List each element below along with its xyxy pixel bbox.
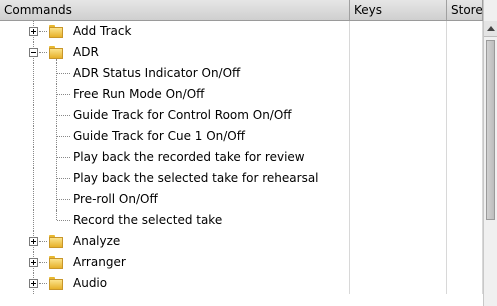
folder-icon — [49, 25, 63, 38]
vertical-scrollbar[interactable] — [483, 0, 497, 306]
tree-row-folder-audio[interactable]: Audio — [0, 273, 483, 294]
folder-label: Analyze — [73, 234, 121, 248]
collapse-minus-icon[interactable] — [29, 48, 38, 57]
expand-plus-icon[interactable] — [29, 237, 38, 246]
column-header-commands[interactable]: Commands — [0, 0, 350, 20]
tree-row-folder-analyze[interactable]: Analyze — [0, 231, 483, 252]
folder-icon — [49, 277, 63, 290]
tree-row-command[interactable]: Guide Track for Cue 1 On/Off — [0, 126, 483, 147]
folder-icon — [49, 235, 63, 248]
command-label: Free Run Mode On/Off — [73, 87, 205, 101]
folder-label: Arranger — [73, 255, 126, 269]
expand-plus-icon[interactable] — [29, 27, 38, 36]
folder-label: Audio — [73, 276, 108, 290]
command-label: ADR Status Indicator On/Off — [73, 66, 241, 80]
command-label: Guide Track for Control Room On/Off — [73, 108, 292, 122]
scroll-up-arrow-icon[interactable] — [484, 21, 497, 37]
tree-row-folder-add-track[interactable]: Add Track — [0, 21, 483, 42]
folder-label: ADR — [73, 45, 99, 59]
command-label: Guide Track for Cue 1 On/Off — [73, 129, 246, 143]
tree-row-folder-adr[interactable]: ADR — [0, 42, 483, 63]
column-header-keys[interactable]: Keys — [350, 0, 447, 20]
scrollbar-thumb[interactable] — [486, 40, 495, 220]
tree-row-command[interactable]: Play back the recorded take for review — [0, 147, 483, 168]
commands-tree: Add Track ADR ADR Status Indicator On/Of… — [0, 21, 483, 306]
command-label: Play back the selected take for rehearsa… — [73, 171, 319, 185]
tree-row-command[interactable]: ADR Status Indicator On/Off — [0, 63, 483, 84]
tree-row-command[interactable]: Pre-roll On/Off — [0, 189, 483, 210]
folder-icon — [49, 256, 63, 269]
folder-label: Add Track — [73, 24, 132, 38]
column-header-store[interactable]: Store — [447, 0, 483, 20]
tree-row-folder-arranger[interactable]: Arranger — [0, 252, 483, 273]
expand-plus-icon[interactable] — [29, 258, 38, 267]
folder-icon — [49, 46, 63, 59]
command-label: Play back the recorded take for review — [73, 150, 305, 164]
tree-row-command[interactable]: Guide Track for Control Room On/Off — [0, 105, 483, 126]
tree-row-command[interactable]: Record the selected take — [0, 210, 483, 231]
tree-row-command[interactable]: Play back the selected take for rehearsa… — [0, 168, 483, 189]
column-header: Commands Keys Store — [0, 0, 483, 21]
command-label: Record the selected take — [73, 213, 223, 227]
command-label: Pre-roll On/Off — [73, 192, 158, 206]
tree-row-command[interactable]: Free Run Mode On/Off — [0, 84, 483, 105]
expand-plus-icon[interactable] — [29, 279, 38, 288]
